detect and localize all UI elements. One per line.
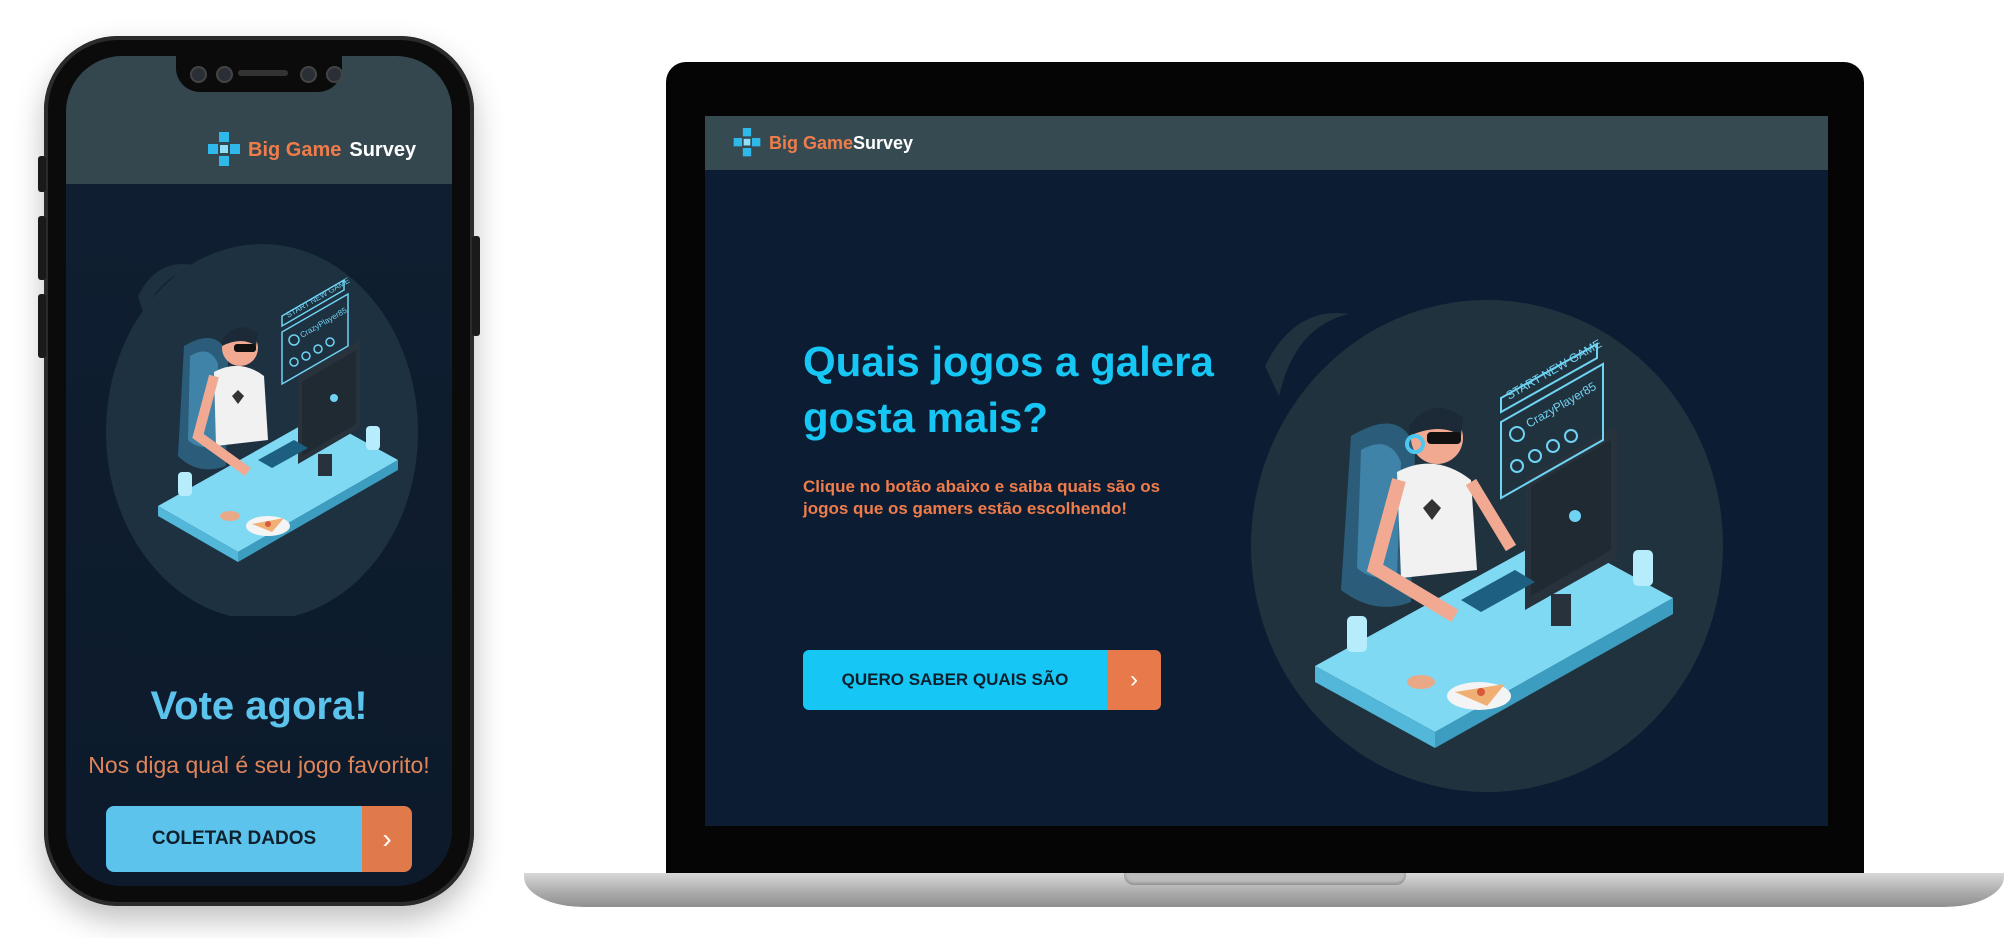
sensor-dot (216, 66, 233, 83)
laptop-hinge-notch (1124, 873, 1406, 885)
camera-dot (190, 66, 207, 83)
phone-volume-down (38, 294, 46, 358)
laptop-screen: Big Game Survey Quais jogos a galera gos… (705, 116, 1828, 826)
gamer-illustration: START NEW GAME CrazyPlayer85 (1251, 300, 1723, 792)
mobile-body: START NEW GAME CrazyPlayer85 Vote agora!… (66, 184, 452, 886)
mobile-subtitle: Nos diga qual é seu jogo favorito! (88, 752, 430, 778)
mobile-title: Vote agora! (150, 684, 368, 728)
speaker-grille (238, 70, 288, 76)
see-games-button[interactable]: QUERO SABER QUAIS SÃO › (803, 650, 1161, 710)
gamepad-cross-icon (733, 128, 761, 157)
desktop-logo[interactable]: Big Game Survey (733, 128, 913, 158)
desktop-subtitle: Clique no botão abaixo e saiba quais são… (803, 477, 1161, 518)
phone-mockup: Big Game Survey START NEW GAME CrazyPlay… (38, 36, 480, 906)
camera-dot (326, 66, 343, 83)
phone-volume-up (38, 216, 46, 280)
logo-text-survey: Survey (853, 132, 914, 153)
phone-power-button (472, 236, 480, 336)
mobile-logo[interactable]: Big Game Survey (208, 132, 416, 168)
collect-data-label: COLETAR DADOS (106, 806, 362, 872)
phone-screen: Big Game Survey START NEW GAME CrazyPlay… (66, 56, 452, 886)
desktop-title: Quais jogos a galera gosta mais? (803, 338, 1214, 441)
chevron-right-icon: › (1107, 650, 1161, 710)
gamepad-cross-icon (208, 132, 240, 166)
logo-text-survey: Survey (349, 138, 417, 161)
gamer-illustration: START NEW GAME CrazyPlayer85 (106, 244, 418, 616)
desktop-header: Big Game Survey (705, 116, 1828, 170)
collect-data-button[interactable]: COLETAR DADOS › (106, 806, 412, 872)
phone-side-button (38, 156, 46, 192)
chevron-right-icon: › (362, 806, 412, 872)
logo-text-big-game: Big Game (248, 138, 342, 161)
phone-notch (176, 56, 343, 92)
logo-text-big-game: Big Game (769, 132, 854, 153)
see-games-label: QUERO SABER QUAIS SÃO (803, 650, 1107, 710)
sensor-dot (300, 66, 317, 83)
